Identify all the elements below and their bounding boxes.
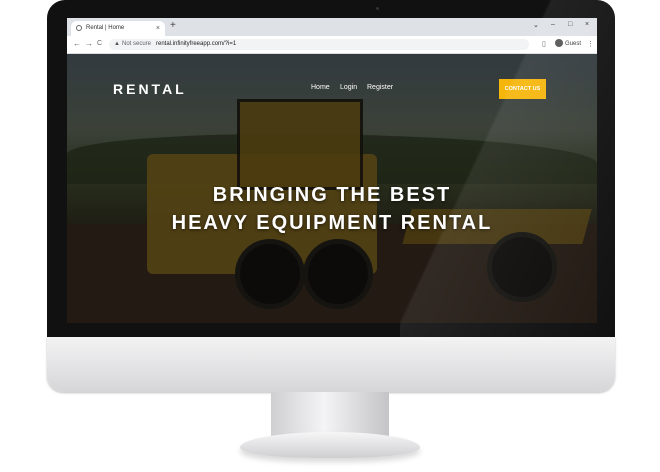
globe-icon: [76, 25, 82, 31]
site-logo[interactable]: RENTAL: [113, 81, 187, 97]
reader-mode-icon[interactable]: ▯: [542, 40, 546, 48]
nav-link-login[interactable]: Login: [340, 84, 357, 91]
hero-heading-line2: HEAVY EQUIPMENT RENTAL: [171, 212, 493, 234]
contact-us-button[interactable]: CONTACT US: [499, 79, 546, 99]
restore-button[interactable]: □: [568, 21, 572, 28]
new-tab-button[interactable]: +: [170, 20, 176, 31]
browser-tab[interactable]: Rental | Home ×: [71, 21, 165, 36]
tab-title: Rental | Home: [86, 25, 125, 31]
hero-section: RENTAL Home Login Register CONTACT US BR…: [67, 54, 597, 323]
warning-icon: ▲: [114, 41, 120, 47]
not-secure-label: Not secure: [122, 41, 152, 47]
tab-search-icon[interactable]: ⌄: [533, 21, 539, 29]
nav-link-home[interactable]: Home: [311, 84, 330, 91]
tab-bar: Rental | Home × + ⌄ – □ ×: [67, 18, 597, 36]
hero-heading-line1: BRINGING THE BEST: [212, 184, 452, 206]
address-bar[interactable]: ▲ Not secure rental.infinityfreeapp.com/…: [109, 39, 529, 50]
monitor-stand-base: [240, 432, 420, 458]
reload-button[interactable]: C: [97, 40, 102, 47]
url-text[interactable]: rental.infinityfreeapp.com/?i=1: [156, 39, 236, 50]
tab-close-icon[interactable]: ×: [156, 21, 160, 36]
close-window-button[interactable]: ×: [585, 21, 589, 28]
minimize-button[interactable]: –: [551, 21, 555, 28]
back-button[interactable]: ←: [73, 39, 81, 48]
profile-label: Guest: [565, 41, 582, 47]
browser-window: Rental | Home × + ⌄ – □ × ← → C ▲ Not se…: [67, 18, 597, 323]
webcam-icon: [376, 7, 379, 10]
profile-button[interactable]: Guest: [555, 39, 581, 50]
avatar-icon: [555, 39, 563, 48]
forward-button[interactable]: →: [85, 39, 93, 48]
nav-link-register[interactable]: Register: [367, 84, 393, 91]
menu-icon[interactable]: ⋮: [587, 40, 594, 48]
monitor-chin: [47, 337, 615, 392]
browser-toolbar: ← → C ▲ Not secure rental.infinityfreeap…: [67, 36, 597, 54]
